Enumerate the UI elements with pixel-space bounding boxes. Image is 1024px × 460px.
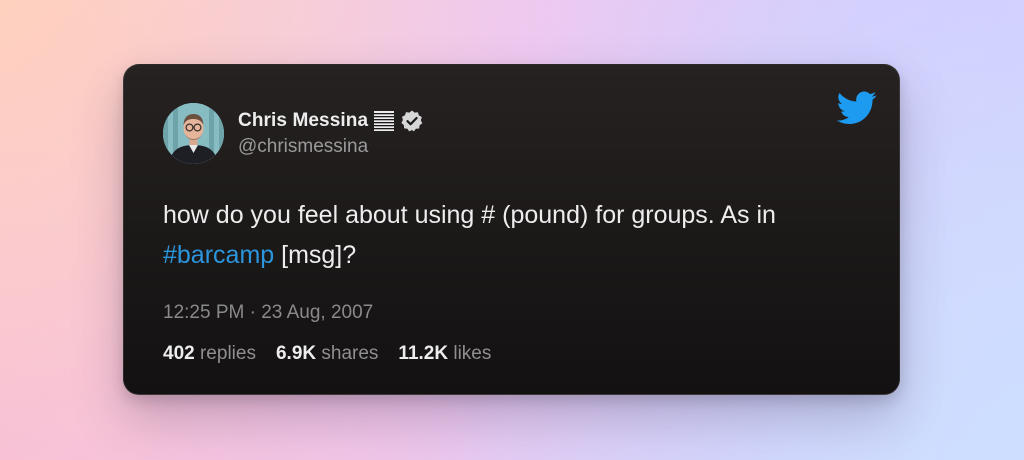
author-name[interactable]: Chris Messina <box>238 110 368 132</box>
shares-label: shares <box>321 343 379 364</box>
shares-count: 6.9K <box>275 343 317 364</box>
verified-badge-icon <box>400 109 424 133</box>
replies-count: 402 <box>163 343 195 364</box>
avatar[interactable] <box>163 103 224 164</box>
tweet-card: Chris Messina @chrismessina how do you f… <box>123 64 900 395</box>
author-name-row: Chris Messina <box>238 108 424 134</box>
hash-flag-icon <box>374 111 395 131</box>
twitter-bird-icon[interactable] <box>836 91 877 125</box>
tweet-text: how do you feel about using # (pound) fo… <box>163 195 863 275</box>
likes-stat[interactable]: 11.2K likes <box>398 343 491 365</box>
replies-label: replies <box>199 343 256 364</box>
author-handle[interactable]: @chrismessina <box>238 136 368 158</box>
tweet-timestamp[interactable]: 12:25 PM · 23 Aug, 2007 <box>163 302 373 324</box>
tweet-stats: 402 replies 6.9K shares 11.2K likes <box>163 343 491 365</box>
tweet-text-before: how do you feel about using # (pound) fo… <box>163 201 776 229</box>
likes-label: likes <box>453 343 492 364</box>
hashtag-link[interactable]: #barcamp <box>163 241 274 269</box>
tweet-text-after: [msg]? <box>274 241 357 269</box>
shares-stat[interactable]: 6.9K shares <box>276 343 378 365</box>
likes-count: 11.2K <box>398 343 449 364</box>
replies-stat[interactable]: 402 replies <box>163 343 256 365</box>
